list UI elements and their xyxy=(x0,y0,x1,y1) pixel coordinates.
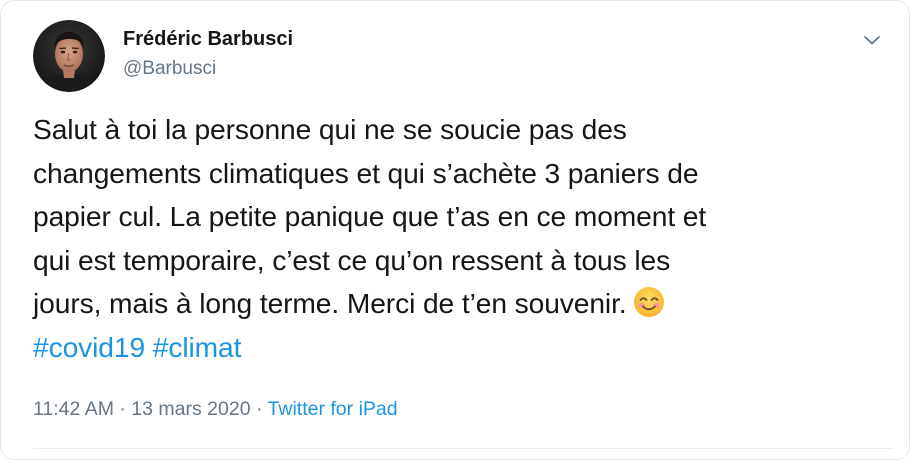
smiling-face-emoji-icon xyxy=(633,286,665,318)
tweet-line: qui est temporaire, c’est ce qu’on resse… xyxy=(33,243,671,276)
tweet-line: changements climatiques et qui s’achète … xyxy=(33,156,699,189)
author-name[interactable]: Frédéric Barbusci xyxy=(123,26,293,52)
tweet-line-last: jours, mais à long terme. Merci de t’en … xyxy=(33,282,893,326)
chevron-down-icon[interactable] xyxy=(861,29,883,51)
tweet-line: Salut à toi la personne qui ne se soucie… xyxy=(33,113,627,145)
tweet-date[interactable]: 13 mars 2020 xyxy=(131,398,250,420)
author-handle[interactable]: @Barbusci xyxy=(123,57,216,81)
tweet-time[interactable]: 11:42 AM xyxy=(33,398,114,420)
tweet-line: papier cul. La petite panique que t’as e… xyxy=(33,200,707,232)
hashtag-link[interactable]: #climat xyxy=(153,331,242,363)
hashtag-line: #covid19 #climat xyxy=(33,326,893,370)
tweet-card: Frédéric Barbusci @Barbusci Salut à toi … xyxy=(0,0,910,460)
meta-separator: · xyxy=(255,398,263,420)
hashtag-link[interactable]: #covid19 xyxy=(33,331,145,363)
avatar[interactable] xyxy=(33,20,105,92)
tweet-source-link[interactable]: Twitter for iPad xyxy=(268,398,398,420)
avatar-image xyxy=(33,20,105,92)
tweet-meta: 11:42 AM · 13 mars 2020 · Twitter for iP… xyxy=(33,396,398,422)
tweet-line-text: jours, mais à long terme. Merci de t’en … xyxy=(33,287,627,319)
divider xyxy=(33,448,893,449)
tweet-text: Salut à toi la personne qui ne se soucie… xyxy=(33,108,893,369)
meta-separator: · xyxy=(119,398,126,420)
